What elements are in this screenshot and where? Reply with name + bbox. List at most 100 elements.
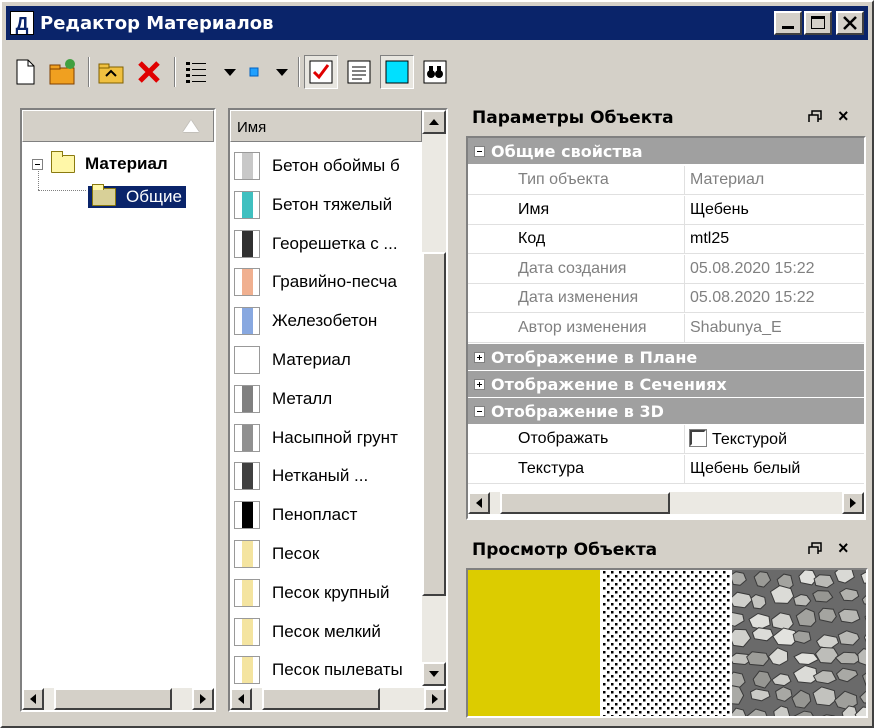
scroll-thumb[interactable] bbox=[500, 492, 670, 514]
new-folder-button[interactable] bbox=[46, 55, 80, 89]
material-swatch-icon bbox=[234, 617, 260, 646]
delete-button[interactable] bbox=[132, 55, 166, 89]
collapse-icon[interactable] bbox=[474, 145, 485, 157]
toolbar-separator bbox=[298, 57, 300, 87]
material-swatch-icon bbox=[234, 229, 260, 258]
scroll-thumb[interactable] bbox=[422, 252, 446, 596]
list-item[interactable]: Насыпной грунт bbox=[234, 420, 422, 456]
toolbar-separator bbox=[174, 57, 176, 87]
material-swatch-icon bbox=[234, 578, 260, 607]
list-item[interactable]: Песок крупный bbox=[234, 575, 422, 611]
scroll-right-button[interactable] bbox=[424, 688, 446, 710]
texture-value[interactable]: Щебень белый bbox=[690, 460, 800, 478]
list-view-icon bbox=[186, 62, 206, 83]
tree-node-general[interactable]: Общие bbox=[88, 184, 186, 208]
tree-node-label: Общие bbox=[126, 187, 182, 206]
list-item[interactable]: Бетон тяжелый bbox=[234, 187, 422, 223]
texture-checkbox[interactable] bbox=[689, 429, 707, 447]
list-horizontal-scrollbar[interactable] bbox=[230, 688, 446, 710]
collapse-icon[interactable] bbox=[474, 405, 485, 417]
display-mode-value[interactable]: Текстурой bbox=[689, 429, 787, 449]
scroll-up-button[interactable] bbox=[422, 110, 446, 134]
group-label: Общие свойства bbox=[491, 141, 643, 161]
close-panel-icon[interactable]: × bbox=[838, 106, 849, 127]
scroll-down-button[interactable] bbox=[422, 662, 446, 686]
group-3d[interactable]: Отображение в 3D bbox=[468, 398, 864, 424]
material-swatch-icon bbox=[234, 152, 260, 180]
list-view-button[interactable] bbox=[180, 55, 214, 89]
folder-open-icon bbox=[92, 184, 116, 206]
minimize-button[interactable] bbox=[774, 11, 802, 35]
expand-icon[interactable] bbox=[474, 378, 485, 390]
list-item[interactable]: Бетон обоймы б bbox=[234, 148, 422, 184]
tree-sort-header[interactable] bbox=[22, 110, 214, 142]
close-panel-icon[interactable]: × bbox=[838, 538, 849, 559]
preview-toggle-button[interactable] bbox=[380, 55, 414, 89]
chevron-down-icon[interactable] bbox=[224, 68, 236, 76]
prop-row-display: Отображать Текстурой bbox=[468, 425, 864, 454]
list-item-label: Песок мелкий bbox=[272, 621, 381, 641]
maximize-button[interactable] bbox=[804, 11, 832, 35]
scroll-thumb[interactable] bbox=[54, 688, 172, 710]
list-item-label: Песок крупный bbox=[272, 582, 390, 602]
list-item[interactable]: Гравийно-песча bbox=[234, 264, 422, 300]
prop-value: 05.08.2020 15:22 bbox=[690, 259, 815, 277]
checkbox-toggle-button[interactable] bbox=[304, 55, 338, 89]
scroll-right-button[interactable] bbox=[842, 492, 864, 514]
scroll-left-button[interactable] bbox=[468, 492, 490, 514]
list-item[interactable]: Материал bbox=[234, 342, 422, 378]
list-item[interactable]: Пенопласт bbox=[234, 497, 422, 533]
scroll-left-button[interactable] bbox=[230, 688, 252, 710]
float-window-icon[interactable] bbox=[808, 110, 822, 122]
list-item-label: Георешетка с ... bbox=[272, 233, 398, 253]
column-divider bbox=[684, 166, 685, 195]
column-header-name[interactable]: Имя bbox=[230, 110, 422, 142]
delete-icon bbox=[138, 61, 160, 83]
lines-icon bbox=[347, 60, 371, 84]
collapse-icon[interactable] bbox=[32, 158, 43, 170]
small-icon-view-button[interactable] bbox=[242, 55, 266, 89]
list-item[interactable]: Железобетон bbox=[234, 303, 422, 339]
chevron-down-icon[interactable] bbox=[276, 68, 288, 76]
list-vertical-scrollbar[interactable] bbox=[422, 110, 446, 686]
column-divider bbox=[684, 455, 685, 484]
prop-row: Дата изменения 05.08.2020 15:22 bbox=[468, 284, 864, 314]
arrow-left-icon bbox=[238, 694, 244, 704]
search-button[interactable] bbox=[418, 55, 452, 89]
scroll-left-button[interactable] bbox=[22, 688, 44, 710]
properties-horizontal-scrollbar[interactable] bbox=[468, 492, 864, 514]
prop-row: Имя Щебень bbox=[468, 195, 864, 225]
tree-node-material[interactable]: Материал bbox=[32, 151, 168, 174]
list-item[interactable]: Георешетка с ... bbox=[234, 226, 422, 262]
group-sections[interactable]: Отображение в Сечениях bbox=[468, 371, 864, 397]
title-bar[interactable]: Д Редактор Материалов bbox=[6, 6, 868, 40]
new-button[interactable] bbox=[8, 55, 42, 89]
list-item-label: Бетон обоймы б bbox=[272, 156, 400, 175]
close-button[interactable] bbox=[836, 11, 864, 35]
lines-button[interactable] bbox=[342, 55, 376, 89]
prop-value[interactable]: Щебень bbox=[690, 201, 749, 219]
arrow-right-icon bbox=[200, 694, 206, 704]
group-general[interactable]: Общие свойства bbox=[468, 138, 864, 164]
list-item[interactable]: Песок мелкий bbox=[234, 614, 422, 650]
group-plan[interactable]: Отображение в Плане bbox=[468, 344, 864, 370]
scroll-right-button[interactable] bbox=[192, 688, 214, 710]
list-item[interactable]: Металл bbox=[234, 381, 422, 417]
folder-tree-panel: Материал Общие bbox=[20, 108, 216, 712]
folder-up-button[interactable] bbox=[94, 55, 128, 89]
toolbar-separator bbox=[88, 57, 90, 87]
float-window-icon[interactable] bbox=[808, 542, 822, 554]
sort-ascending-icon bbox=[183, 120, 199, 132]
list-item-label: Металл bbox=[272, 388, 333, 408]
list-item[interactable]: Песок bbox=[234, 536, 422, 572]
prop-row: Код mtl25 bbox=[468, 225, 864, 255]
group-label: Отображение в 3D bbox=[491, 401, 664, 421]
tree-horizontal-scrollbar[interactable] bbox=[22, 688, 214, 710]
scroll-thumb[interactable] bbox=[262, 688, 380, 710]
expand-icon[interactable] bbox=[474, 351, 485, 363]
list-item[interactable]: Нетканый ... bbox=[234, 458, 422, 494]
close-icon bbox=[843, 16, 857, 30]
prop-name: Дата создания bbox=[518, 259, 627, 277]
list-item[interactable]: Песок пылеваты bbox=[234, 652, 422, 688]
prop-value[interactable]: mtl25 bbox=[690, 230, 729, 248]
